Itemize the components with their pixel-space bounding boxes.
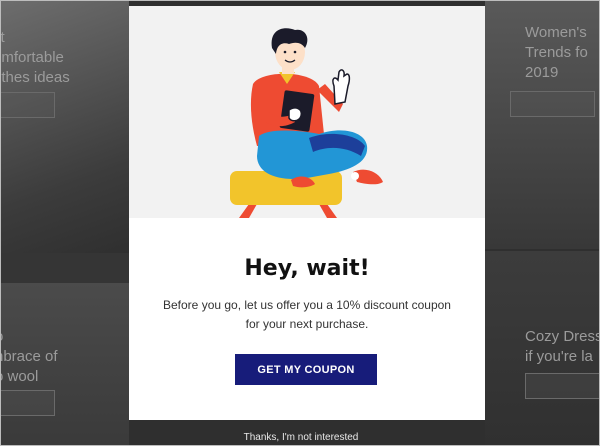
screenshot-frame: st omfortable othes ideas Women's Trends… [0,0,600,446]
background-button [510,91,595,117]
get-coupon-button[interactable]: GET MY COUPON [235,354,377,385]
popup-description: Before you go, let us offer you a 10% di… [163,298,451,331]
background-heading: st omfortable othes ideas [0,29,70,86]
background-heading: o nbrace of o wool [0,328,58,385]
not-interested-link[interactable]: Thanks, I'm not interested [1,432,599,443]
exit-intent-popup: Hey, wait! Before you go, let us offer y… [129,6,485,420]
background-button [1,390,55,416]
background-heading: Cozy Dress if you're la [525,328,600,365]
illustration-panel [129,6,485,218]
background-button [1,92,55,118]
background-heading: Women's Trends fo 2019 [525,24,588,81]
background-button [525,373,599,399]
person-sitting-waving-illustration [230,28,383,218]
popup-title: Hey, wait! [244,256,370,281]
